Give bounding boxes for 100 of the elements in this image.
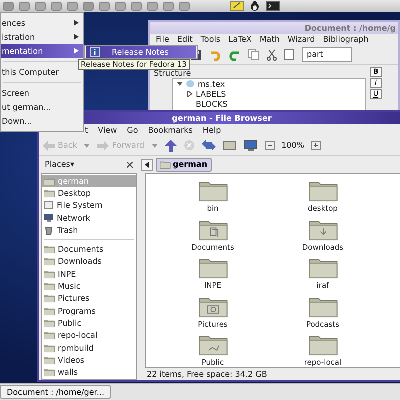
menu-item[interactable]: Screen [1,86,83,100]
notes-icon[interactable] [230,1,244,11]
sidebar-item[interactable]: File System [42,200,136,212]
menu-item[interactable]: LaTeX [228,35,252,44]
back-arrow-icon [43,140,55,150]
launcher-icon[interactable] [147,2,158,10]
reload-icon[interactable] [202,140,216,151]
menu-item[interactable]: Help [202,126,222,134]
menu-item[interactable]: File [156,35,170,44]
taskbar-button[interactable]: Document : /home/ger... [0,385,112,399]
caret-icon[interactable]: ▾ [70,160,74,169]
close-icon[interactable] [127,162,133,168]
menu-item[interactable]: istration [1,30,83,44]
up-arrow-icon[interactable] [164,140,177,152]
tree-item[interactable]: ms.tex [198,80,226,88]
menu-item[interactable]: Go [127,126,138,134]
cut-icon[interactable] [266,48,278,60]
menu-item[interactable]: Edit [177,35,193,44]
sidebar-item[interactable]: walls [42,366,136,379]
menu-item[interactable]: mentation [1,44,83,58]
menu-item[interactable]: Wizard [288,35,316,44]
launcher-icon[interactable] [3,2,14,10]
folder-icon [44,368,55,378]
dropdown-icon[interactable] [152,144,158,148]
folder-icon [198,218,228,240]
tree-item[interactable]: LABELS [196,90,226,98]
folder-icon [308,257,338,279]
launcher-icon[interactable] [99,2,110,10]
folder-icon [198,296,228,318]
folder-icon [198,257,228,279]
path-button[interactable]: german [156,158,212,172]
computer-icon[interactable] [244,140,258,152]
sidebar-item[interactable]: Videos [42,354,136,366]
previous-button[interactable] [141,158,153,170]
menu-item[interactable]: Math [260,35,280,44]
status-text: 22 items, Free space: 34.2 GB [147,370,268,378]
sidebar-item[interactable]: Network [42,212,136,224]
folder-icon [44,282,55,292]
menu-item[interactable]: View [98,126,118,134]
sidebar-item[interactable]: Desktop [42,187,136,200]
menu-item[interactable]: ences [1,16,83,30]
sidebar-item[interactable]: Downloads [42,256,136,268]
expand-arrow-icon[interactable] [187,91,193,97]
copy-icon[interactable] [248,48,260,60]
launcher-icon[interactable] [35,2,46,10]
dropdown-icon[interactable] [84,144,90,148]
terminal-icon[interactable] [266,1,280,11]
sidebar-item[interactable]: rpmbuild [42,342,136,354]
folder-icon [44,318,55,328]
forward-arrow-icon [97,140,110,150]
menu-item[interactable]: Tools [200,35,221,44]
zoom-in-icon[interactable] [311,141,322,150]
zoom-level: 100% [282,141,304,150]
folder-icon [44,356,55,365]
launcher-icon[interactable] [131,2,142,10]
penguin-icon[interactable] [249,1,261,11]
menu-item[interactable]: Down... [1,114,83,128]
zoom-out-icon[interactable] [264,141,275,150]
sidebar-item[interactable]: INPE [42,268,136,280]
trash-icon [44,226,54,235]
sidebar-item[interactable]: repo-local [42,330,136,342]
sidebar-item[interactable]: Public [42,317,136,330]
launcher-icon[interactable] [19,2,30,10]
info-icon [90,47,100,57]
collapse-arrow-icon[interactable] [177,81,183,87]
sidebar-item[interactable]: Programs [42,304,136,318]
stop-icon[interactable] [184,140,195,151]
folder-icon [44,331,55,340]
menu-item[interactable]: ut german... [1,100,83,114]
folder-icon [308,218,338,240]
folder-icon [44,245,55,254]
sidebar-title[interactable]: Places [45,160,70,169]
menu-item[interactable]: Bibliograph [323,35,369,44]
menu-item[interactable]: Release Notes [86,46,196,58]
folder-icon [44,257,55,266]
launcher-icon[interactable] [51,2,62,10]
launcher-icon[interactable] [67,2,78,10]
folder-icon [308,180,338,202]
launcher-icon[interactable] [163,2,174,10]
folder-icon [198,334,228,356]
sidebar-item[interactable]: Trash [42,224,136,236]
menu-item[interactable]: t [85,126,88,134]
launcher-icon[interactable] [83,2,94,10]
folder-icon [308,296,338,318]
launcher-icon[interactable] [179,2,190,10]
menu-item[interactable]: Bookmarks [148,126,193,134]
sidebar-item[interactable]: Documents [42,243,136,256]
network-icon [44,214,54,223]
tree-item[interactable]: BLOCKS [196,100,228,108]
sidebar-item[interactable]: Music [42,280,136,293]
folder-icon [44,270,55,279]
folder-icon [198,180,228,202]
sidebar-item[interactable]: Pictures [42,292,136,305]
folder-icon [308,334,338,356]
folder-icon [44,188,55,198]
structure-combo[interactable]: part [302,47,352,62]
folder-icon [44,344,55,352]
panel-title: Structure [153,68,192,78]
folder-icon [44,294,55,304]
launcher-icon[interactable] [115,2,126,10]
